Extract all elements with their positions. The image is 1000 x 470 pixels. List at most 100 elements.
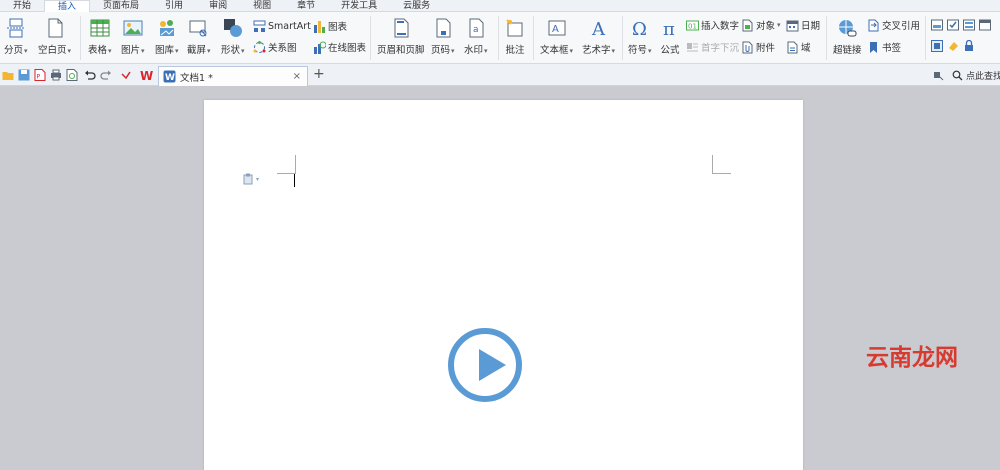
svg-text:01: 01 xyxy=(688,22,697,30)
header-footer-button[interactable]: 页眉和页脚 xyxy=(377,18,425,56)
paste-options-dropdown-icon: ▾ xyxy=(256,175,260,183)
play-icon xyxy=(479,349,506,381)
date-control-icon[interactable] xyxy=(979,19,991,31)
document-tab[interactable]: W 文档1 * × xyxy=(158,66,308,86)
gallery-button[interactable]: 图库▾ xyxy=(155,18,179,56)
lock-icon[interactable] xyxy=(963,39,975,52)
tab-page-layout[interactable]: 页面布局 xyxy=(90,0,152,12)
watermark-text: 云南龙网 xyxy=(866,344,958,371)
new-tab-button[interactable]: + xyxy=(313,67,325,81)
picture-label: 图片 xyxy=(121,45,141,56)
video-play-button[interactable] xyxy=(448,328,522,402)
drop-cap-button[interactable]: 首字下沉 xyxy=(686,40,739,54)
online-chart-button[interactable]: 在线图表 xyxy=(313,40,366,54)
tab-view[interactable]: 视图 xyxy=(240,0,284,12)
watermark-icon: a xyxy=(466,18,486,38)
svg-text:π: π xyxy=(663,19,675,38)
page-break-icon xyxy=(6,18,26,38)
tab-section[interactable]: 章节 xyxy=(284,0,328,12)
screenshot-icon xyxy=(189,18,209,38)
list-control-icon[interactable] xyxy=(963,19,975,31)
field-label: 域 xyxy=(801,43,811,54)
table-label: 表格 xyxy=(88,45,108,56)
customize-dropdown-icon[interactable] xyxy=(120,69,132,81)
comment-button[interactable]: 批注 xyxy=(505,18,525,56)
shapes-button[interactable]: 形状▾ xyxy=(221,18,245,56)
chart-button[interactable]: 图表 xyxy=(313,19,347,33)
symbol-button[interactable]: Ω 符号▾ xyxy=(628,18,652,56)
chart-label: 图表 xyxy=(328,22,348,33)
page-number-label: 页码 xyxy=(431,45,451,56)
relation-icon xyxy=(253,40,266,54)
insert-number-label: 插入数字 xyxy=(701,21,740,32)
svg-text:Ω: Ω xyxy=(632,19,647,38)
save-icon[interactable] xyxy=(18,69,30,81)
wps-logo-icon[interactable]: W xyxy=(140,69,154,83)
ribbon-insert: 分页▾ 空白页▾ 表格▾ 图片▾ 图库▾ 截屏▾ 形状▾ SmartArt 图表… xyxy=(0,12,1000,64)
undo-icon[interactable] xyxy=(84,69,96,81)
close-tab-icon[interactable]: × xyxy=(293,71,301,82)
watermark-button[interactable]: a 水印▾ xyxy=(464,18,488,56)
object-button[interactable]: 对象 ▾ xyxy=(741,18,781,32)
tab-review[interactable]: 审阅 xyxy=(196,0,240,12)
tab-developer[interactable]: 开发工具 xyxy=(328,0,390,12)
bookmark-button[interactable]: 书签 xyxy=(867,40,901,54)
gallery-icon xyxy=(157,18,177,38)
print-icon[interactable] xyxy=(50,69,62,81)
field-button[interactable]: 域 xyxy=(786,40,811,54)
page-number-button[interactable]: 页码▾ xyxy=(431,18,455,56)
toolbar-options-icon[interactable] xyxy=(933,70,944,81)
find-box[interactable]: 点此查找 xyxy=(952,68,1000,82)
textbox-label: 文本框 xyxy=(540,45,569,56)
redo-icon[interactable] xyxy=(100,69,112,81)
screenshot-label: 截屏 xyxy=(187,45,207,56)
document-tab-name: 文档1 * xyxy=(180,72,213,84)
tab-references[interactable]: 引用 xyxy=(152,0,196,12)
textbox-button[interactable]: A 文本框▾ xyxy=(540,18,573,56)
print-preview-icon[interactable] xyxy=(66,69,78,81)
insert-number-icon: 01 xyxy=(686,19,699,32)
paste-options-button[interactable]: ▾ xyxy=(243,173,259,185)
ribbon-separator xyxy=(498,16,499,60)
smartart-button[interactable]: SmartArt xyxy=(253,19,311,33)
form-field-icon[interactable] xyxy=(931,19,943,31)
page-break-label: 分页 xyxy=(4,45,24,56)
table-button[interactable]: 表格▾ xyxy=(88,18,112,56)
eraser-icon[interactable] xyxy=(947,40,959,52)
insert-number-button[interactable]: 01 插入数字 xyxy=(686,18,739,32)
ribbon-separator xyxy=(925,16,926,60)
formula-button[interactable]: π 公式 xyxy=(660,18,680,56)
shapes-icon xyxy=(223,18,243,38)
table-icon xyxy=(90,18,110,38)
wordart-button[interactable]: A 艺术字▾ xyxy=(582,18,615,56)
bookmark-label: 书签 xyxy=(882,43,902,54)
margin-corner-right xyxy=(712,155,731,174)
screenshot-button[interactable]: 截屏▾ xyxy=(187,18,211,56)
hyperlink-button[interactable]: 超链接 xyxy=(833,18,862,56)
tab-start[interactable]: 开始 xyxy=(0,0,44,12)
page-break-button[interactable]: 分页▾ xyxy=(4,18,28,56)
attachment-label: 附件 xyxy=(756,43,776,54)
blank-page-button[interactable]: 空白页▾ xyxy=(38,18,71,56)
date-button[interactable]: 日期 xyxy=(786,18,820,32)
document-page[interactable]: ▾ xyxy=(204,100,803,470)
relation-chart-button[interactable]: 关系图 xyxy=(253,40,297,54)
export-pdf-icon[interactable]: P xyxy=(34,69,46,81)
attachment-button[interactable]: 附件 xyxy=(741,40,775,54)
find-label: 点此查找 xyxy=(966,71,1000,82)
properties-icon[interactable] xyxy=(931,40,943,52)
margin-corner-left xyxy=(277,155,296,174)
hyperlink-label: 超链接 xyxy=(833,45,862,56)
header-footer-icon xyxy=(391,18,411,38)
tab-cloud[interactable]: 云服务 xyxy=(390,0,443,12)
svg-text:a: a xyxy=(473,25,479,35)
open-folder-icon[interactable] xyxy=(2,69,14,81)
omega-icon: Ω xyxy=(630,18,650,40)
picture-button[interactable]: 图片▾ xyxy=(121,18,145,56)
wps-doc-icon: W xyxy=(163,70,176,83)
menu-tab-bar: 开始 插入 页面布局 引用 审阅 视图 章节 开发工具 云服务 xyxy=(0,0,1000,13)
cross-reference-button[interactable]: 交叉引用 xyxy=(867,18,920,32)
drop-cap-icon xyxy=(686,41,699,54)
checkbox-control-icon[interactable] xyxy=(947,19,959,31)
svg-text:A: A xyxy=(591,19,606,38)
